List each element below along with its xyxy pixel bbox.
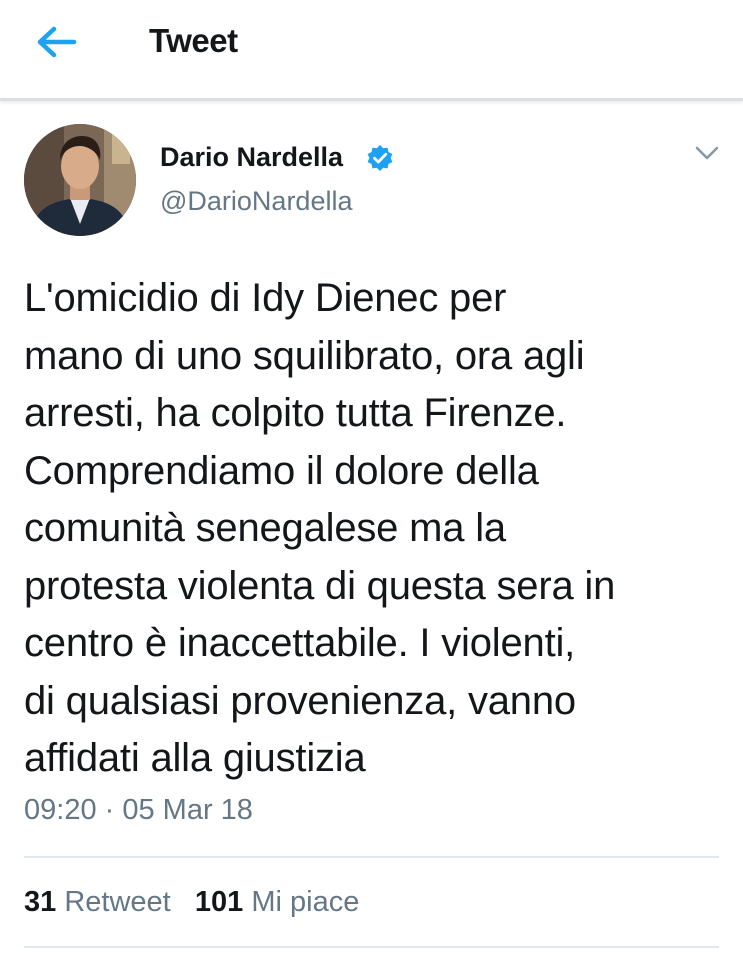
retweet-label: Retweet — [64, 886, 171, 918]
tweet-text-line: comunità senegalese ma la — [24, 506, 506, 550]
like-number: 101 — [194, 886, 244, 918]
verified-badge-icon — [367, 145, 393, 171]
tweet-text-line: affidati alla giustizia — [24, 736, 366, 780]
author-photo — [24, 124, 136, 236]
tweet-text-line: mano di uno squilibrato, ora agli — [24, 333, 585, 378]
tweet-text-line: protesta violenta di questa sera in — [24, 563, 616, 608]
page-title: Tweet — [149, 22, 238, 59]
tweet-text-line: L'omicidio di Idy Dienec per — [24, 276, 507, 320]
tweet-text-line: centro è inaccettabile. I violenti, — [24, 621, 576, 665]
top-app-bar: Tweet — [0, 0, 743, 101]
author-handle[interactable]: @DarioNardella — [160, 186, 352, 217]
tweet-timestamp[interactable]: 09:20 · 05 Mar 18 — [24, 794, 253, 827]
author-name[interactable]: Dario Nardella — [160, 142, 343, 173]
arrow-left-icon — [37, 26, 77, 58]
divider — [24, 856, 719, 858]
tweet-stats: 31 Retweet 101 Mi piace — [24, 886, 359, 919]
divider — [24, 946, 719, 948]
tweet-text-line: Comprendiamo il dolore della — [24, 448, 539, 493]
retweet-number: 31 — [24, 886, 57, 918]
avatar[interactable] — [24, 124, 136, 236]
tweet-text-line: arresti, ha colpito tutta Firenze. — [24, 391, 567, 435]
tweet-options-button[interactable] — [693, 143, 721, 163]
tweet-text-line: di qualsiasi provenienza, vanno — [24, 678, 576, 723]
retweet-count[interactable]: 31 Retweet — [24, 886, 171, 918]
back-button[interactable] — [34, 24, 82, 60]
tweet-text: L'omicidio di Idy Dienec per mano di uno… — [24, 270, 724, 788]
chevron-down-icon — [695, 146, 719, 160]
like-label: Mi piace — [251, 886, 360, 918]
like-count[interactable]: 101 Mi piace — [195, 886, 359, 918]
